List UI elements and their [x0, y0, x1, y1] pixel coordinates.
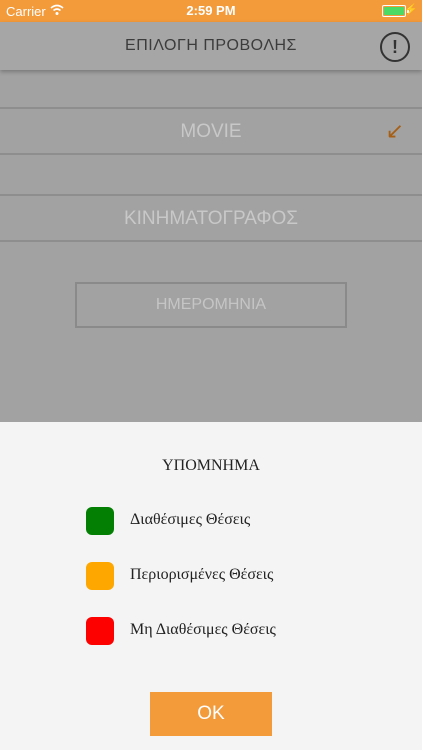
legend-label-limited: Περιορισμένες Θέσεις — [130, 566, 274, 583]
cinema-selector[interactable]: ΚΙΝΗΜΑΤΟΓΡΑΦΟΣ — [0, 194, 422, 242]
movie-selector-label: MOVIE — [180, 121, 242, 142]
charging-bolt-icon: ⚡ — [404, 4, 418, 16]
arrow-down-left-icon: ↙ — [385, 118, 404, 143]
movie-selector[interactable]: MOVIE ↙ — [0, 107, 422, 155]
legend-label-unavailable: Μη Διαθέσιμες Θέσεις — [130, 621, 276, 638]
legend-sheet: ΥΠΟΜΝΗΜΑ Διαθέσιμες Θέσεις Περιορισμένες… — [0, 422, 422, 750]
exclamation-circle-icon[interactable]: ! — [380, 32, 410, 62]
nav-bar: ΕΠΙΛΟΓΗ ΠΡΟΒΟΛΗΣ ! — [0, 22, 422, 70]
cinema-selector-label: ΚΙΝΗΜΑΤΟΓΡΑΦΟΣ — [123, 208, 299, 229]
status-time: 2:59 PM — [186, 3, 236, 18]
status-bar: Carrier 2:59 PM ⚡ — [0, 0, 422, 22]
limited-swatch — [86, 562, 114, 590]
unavailable-swatch — [86, 617, 114, 645]
battery-icon — [382, 5, 409, 17]
ok-button[interactable]: OK — [150, 692, 272, 736]
legend-label-available: Διαθέσιμες Θέσεις — [130, 511, 251, 528]
available-swatch — [86, 507, 114, 535]
legend-title: ΥΠΟΜΝΗΜΑ — [162, 457, 260, 474]
date-button[interactable]: ΗΜΕΡΟΜΗΝΙΑ — [75, 282, 347, 328]
page-title: ΕΠΙΛΟΓΗ ΠΡΟΒΟΛΗΣ — [125, 37, 297, 54]
